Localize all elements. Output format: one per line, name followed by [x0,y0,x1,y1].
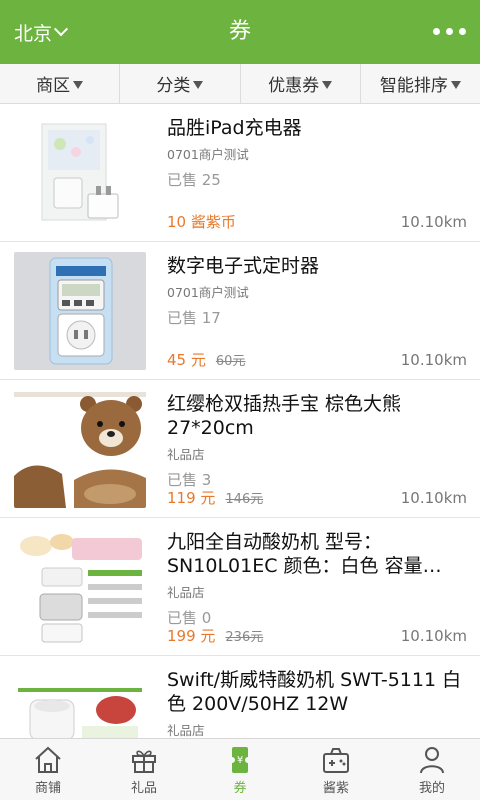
filter-category[interactable]: 分类 [120,64,241,103]
tab-mine[interactable]: 我的 [384,739,480,800]
product-name: Swift/斯威特酸奶机 SWT-5111 白色 200V/50HZ 12W [167,669,462,715]
filter-label: 优惠券 [268,76,320,96]
tab-label: 我的 [418,781,445,796]
tab-coupons[interactable]: ¥ 券 [192,739,288,800]
more-menu-icon[interactable] [433,28,466,35]
filter-bar: 商区 分类 优惠券 智能排序 [0,64,480,104]
product-image-yogurt-machine [14,666,146,738]
shop-name: 礼品店 [167,447,205,462]
tab-shops[interactable]: 商铺 [0,739,96,800]
list-item[interactable]: 品胜iPad充电器 0701商户测试 已售 25 10 酱紫币 10.10km [0,104,480,242]
filter-label: 智能排序 [379,76,448,96]
product-name: 九阳全自动酸奶机 型号：SN10L01EC 颜色：白色 容量… [167,531,442,577]
original-price: 146元 [225,492,264,507]
sold-count: 已售 25 [167,171,221,189]
price: 199 元 [167,627,216,645]
price: 119 元 [167,489,216,507]
shop-name: 0701商户测试 [167,285,249,300]
tab-label: 酱紫 [322,781,349,796]
svg-text:¥: ¥ [237,755,243,766]
sold-count: 已售 17 [167,309,221,327]
product-image-yogurt-maker [14,528,146,646]
dropdown-arrow-icon [450,80,461,89]
dropdown-arrow-icon [322,80,333,89]
tab-label: 券 [233,781,247,796]
price: 10 酱紫币 [167,213,236,231]
person-icon [420,747,444,774]
filter-district[interactable]: 商区 [0,64,121,103]
gift-icon [132,750,156,773]
original-price: 236元 [225,630,264,645]
filter-sort[interactable]: 智能排序 [361,64,480,103]
shop-name: 礼品店 [167,723,205,738]
page-title: 券 [228,19,251,44]
shop-name: 礼品店 [167,585,205,600]
product-name: 数字电子式定时器 [167,255,320,277]
tab-jiangzi[interactable]: 酱紫 [288,739,384,800]
coupon-icon: ¥ [229,747,251,773]
dropdown-arrow-icon [73,80,84,89]
tab-gifts[interactable]: 礼品 [96,739,192,800]
filter-label: 分类 [156,76,191,96]
top-bar: 北京 券 [0,0,480,64]
house-icon [35,746,61,773]
original-price: 60元 [215,354,246,369]
dropdown-arrow-icon [193,80,204,89]
tab-label: 商铺 [34,781,61,796]
list-item[interactable]: 红缨枪双插热手宝 棕色大熊 27*20cm 礼品店 已售 3 119 元 146… [0,380,480,518]
bottom-tab-bar: 商铺 礼品 ¥ 券 酱紫 我的 [0,738,480,800]
tab-label: 礼品 [130,781,157,796]
distance: 10.10km [400,489,467,507]
price: 45 元 [167,351,206,369]
product-image-bear-warmer [14,390,146,508]
shop-name: 0701商户测试 [167,147,249,162]
product-name: 红缨枪双插热手宝 棕色大熊 27*20cm [167,393,402,439]
list-item[interactable]: 九阳全自动酸奶机 型号：SN10L01EC 颜色：白色 容量… 礼品店 已售 0… [0,518,480,656]
distance: 10.10km [400,213,467,231]
product-image-charger [14,114,146,232]
gamepad-icon [323,748,349,773]
filter-coupon[interactable]: 优惠券 [241,64,361,103]
product-list[interactable]: 品胜iPad充电器 0701商户测试 已售 25 10 酱紫币 10.10km [0,104,480,738]
filter-label: 商区 [36,76,71,96]
distance: 10.10km [400,351,467,369]
product-name: 品胜iPad充电器 [167,117,302,139]
list-item[interactable]: Swift/斯威特酸奶机 SWT-5111 白色 200V/50HZ 12W 礼… [0,656,480,738]
product-image-timer [14,252,146,370]
list-item[interactable]: 数字电子式定时器 0701商户测试 已售 17 45 元 60元 10.10km [0,242,480,380]
distance: 10.10km [400,627,467,645]
